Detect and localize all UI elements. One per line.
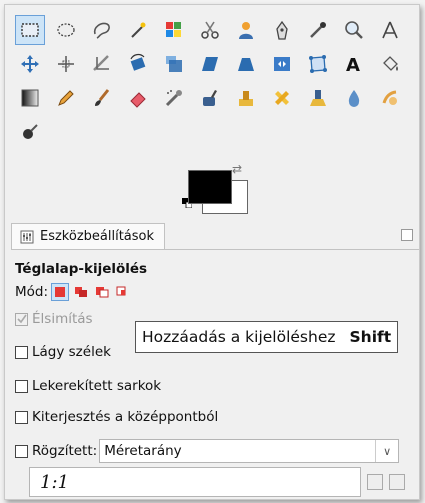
mode-intersect-button[interactable] (114, 283, 132, 301)
text-icon[interactable]: A (339, 49, 369, 79)
move-icon[interactable] (15, 49, 45, 79)
tab-menu-button[interactable] (401, 229, 413, 241)
fixed-option: Rögzített: Méretarány ∨ (15, 439, 411, 463)
paths-icon[interactable] (267, 15, 297, 45)
portrait-icon[interactable] (367, 474, 383, 490)
svg-text:A: A (346, 55, 360, 75)
rounded-corners-option[interactable]: Lekerekített sarkok (15, 378, 161, 394)
fixed-checkbox[interactable] (15, 444, 28, 458)
shear-icon[interactable] (195, 49, 225, 79)
rounded-corners-label: Lekerekített sarkok (32, 378, 162, 394)
toolbox-grid: A (13, 13, 413, 143)
tab-tool-options[interactable]: Eszközbeállítások (11, 223, 166, 249)
blur-sharpen-icon[interactable] (339, 83, 369, 113)
dock-tab-bar: Eszközbeállítások (11, 223, 419, 250)
ratio-row: 1:1 (29, 467, 413, 497)
foreground-color-swatch[interactable] (188, 170, 232, 204)
tooltip-text: Hozzáadás a kijelöléshez (142, 328, 336, 346)
tool-options-icon (20, 230, 34, 243)
toolbox-window: A ⇄ Eszközbeállítások Téglalap-kijelölés… (4, 4, 420, 500)
fuzzy-select-icon[interactable] (123, 15, 153, 45)
ink-icon[interactable] (195, 83, 225, 113)
scissors-select-icon[interactable] (195, 15, 225, 45)
free-select-icon[interactable] (87, 15, 117, 45)
measure-icon[interactable] (375, 15, 405, 45)
paintbrush-icon[interactable] (87, 83, 117, 113)
mode-replace-button[interactable] (51, 283, 70, 301)
fixed-mode-select[interactable]: Méretarány ∨ (99, 439, 400, 463)
dodge-burn-icon[interactable] (15, 117, 45, 147)
select-by-color-icon[interactable] (159, 15, 189, 45)
crop-icon[interactable] (87, 49, 117, 79)
align-icon[interactable] (51, 49, 81, 79)
foreground-select-icon[interactable] (231, 15, 261, 45)
fixed-label: Rögzített: (32, 443, 98, 459)
perspective-clone-icon[interactable] (303, 83, 333, 113)
color-area: ⇄ (180, 160, 260, 220)
tool-options-panel: Téglalap-kijelölés Mód: Élsimítás Lágy s… (5, 251, 419, 499)
ratio-input[interactable]: 1:1 (29, 467, 361, 497)
cage-transform-icon[interactable] (303, 49, 333, 79)
chevron-down-icon[interactable]: ∨ (375, 440, 398, 462)
feather-edges-checkbox[interactable] (15, 345, 28, 359)
zoom-icon[interactable] (339, 15, 369, 45)
landscape-icon[interactable] (389, 474, 405, 490)
mode-label: Mód: (15, 284, 49, 300)
tooltip-shortcut: Shift (349, 328, 392, 346)
fixed-mode-value: Méretarány (104, 443, 182, 459)
ellipse-select-icon[interactable] (51, 15, 81, 45)
tooltip: Hozzáadás a kijelöléshez Shift (135, 321, 399, 353)
expand-from-center-checkbox[interactable] (15, 410, 28, 424)
antialias-label: Élsimítás (32, 311, 93, 327)
antialias-checkbox[interactable] (15, 312, 28, 326)
pencil-icon[interactable] (51, 83, 81, 113)
tool-title: Téglalap-kijelölés (15, 261, 148, 277)
eraser-icon[interactable] (123, 83, 153, 113)
blend-icon[interactable] (15, 83, 45, 113)
expand-from-center-option[interactable]: Kiterjesztés a középpontból (15, 409, 218, 425)
feather-edges-option[interactable]: Lágy szélek (15, 344, 111, 360)
mode-add-button[interactable] (72, 283, 90, 301)
airbrush-icon[interactable] (159, 83, 189, 113)
smudge-icon[interactable] (375, 83, 405, 113)
rotate-icon[interactable] (123, 49, 153, 79)
color-picker-icon[interactable] (303, 15, 333, 45)
perspective-icon[interactable] (231, 49, 261, 79)
feather-edges-label: Lágy szélek (32, 344, 111, 360)
expand-from-center-label: Kiterjesztés a középpontból (32, 409, 219, 425)
clone-icon[interactable] (231, 83, 261, 113)
antialias-option[interactable]: Élsimítás (15, 311, 93, 327)
flip-icon[interactable] (267, 49, 297, 79)
rounded-corners-checkbox[interactable] (15, 379, 28, 393)
heal-icon[interactable] (267, 83, 297, 113)
mode-row: Mód: (15, 283, 132, 301)
mode-subtract-button[interactable] (93, 283, 111, 301)
swap-colors-icon[interactable]: ⇄ (232, 162, 242, 176)
bucket-fill-icon[interactable] (375, 49, 405, 79)
scale-icon[interactable] (159, 49, 189, 79)
rect-select-icon[interactable] (15, 15, 45, 45)
tab-label: Eszközbeállítások (40, 229, 155, 244)
